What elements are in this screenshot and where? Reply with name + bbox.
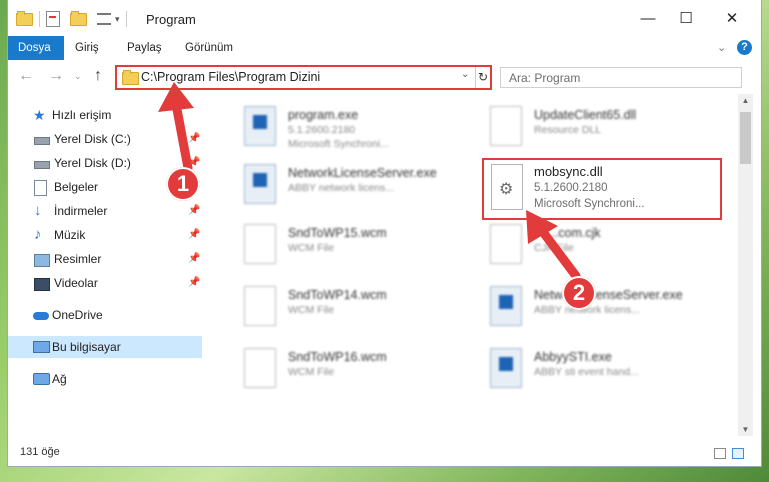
tab-gorunum[interactable]: Görünüm — [175, 36, 243, 60]
expand-ribbon-icon[interactable]: ⌄ — [717, 41, 726, 54]
forward-arrow-icon[interactable]: → — [48, 67, 64, 85]
tiles-view-icon[interactable] — [732, 448, 744, 459]
sidebar-item-indirmeler[interactable]: ↓ İndirmeler 📌 — [8, 200, 202, 222]
sidebar-item-resimler[interactable]: Resimler 📌 — [8, 248, 202, 270]
refresh-icon[interactable]: ↻ — [475, 67, 490, 88]
ribbon-tabs: Dosya Giriş Paylaş Görünüm ⌄ ? — [8, 36, 761, 61]
sidebar-item-muzik[interactable]: ♪ Müzik 📌 — [8, 224, 202, 246]
search-input[interactable]: Ara: Program — [500, 67, 742, 88]
file-item[interactable]: SndToWP15.wcm WCM File — [222, 218, 462, 270]
file-item[interactable]: SndToWP16.wcm WCM File — [222, 342, 462, 394]
document-file-icon — [490, 224, 522, 264]
file-company: Microsoft Synchroni... — [534, 198, 645, 210]
file-view: program.exe 5.1.2600.2180 Microsoft Sync… — [212, 94, 738, 436]
search-placeholder: Ara: Program — [509, 71, 581, 85]
scrollbar-thumb[interactable] — [740, 112, 751, 164]
highlighted-file-mobsync[interactable]: ⚙ mobsync.dll 5.1.2600.2180 Microsoft Sy… — [482, 158, 722, 220]
vertical-scrollbar[interactable]: ▲ ▼ — [738, 94, 753, 436]
sidebar-item-videolar[interactable]: Videolar 📌 — [8, 272, 202, 294]
exe-file-icon — [490, 286, 522, 326]
document-file-icon — [244, 286, 276, 326]
gear-icon: ⚙ — [499, 181, 514, 198]
file-item[interactable]: program.exe 5.1.2600.2180 Microsoft Sync… — [222, 100, 462, 152]
customize-dropdown-icon[interactable]: ▾ — [115, 14, 120, 25]
address-dropdown-icon[interactable]: ⌄ — [461, 69, 469, 80]
address-row: ← → ⌄ ↑ C:\Program Files\Program Dizini … — [8, 60, 761, 94]
blurred-file-grid: program.exe 5.1.2600.2180 Microsoft Sync… — [212, 94, 738, 436]
view-options-icon[interactable] — [97, 13, 111, 25]
file-item[interactable]: UpdateClient65.dll Resource DLL — [468, 100, 708, 152]
address-path: C:\Program Files\Program Dizini — [141, 70, 321, 84]
step-1-badge: 1 — [166, 167, 200, 201]
download-icon: ↓ — [34, 202, 42, 219]
pin-icon[interactable]: 📌 — [188, 128, 200, 150]
pictures-icon — [34, 254, 50, 267]
document-file-icon — [244, 348, 276, 388]
pin-icon[interactable]: 📌 — [188, 200, 200, 222]
minimize-button[interactable]: — — [628, 6, 668, 32]
maximize-button[interactable]: ☐ — [666, 6, 706, 32]
pin-icon[interactable]: 📌 — [188, 224, 200, 246]
cloud-icon — [33, 312, 49, 320]
scroll-up-icon[interactable]: ▲ — [738, 96, 753, 105]
exe-file-icon — [244, 106, 276, 146]
window-title: Program — [146, 12, 196, 27]
help-icon[interactable]: ? — [737, 40, 752, 55]
sidebar-item-drive-c[interactable]: Yerel Disk (C:) 📌 — [8, 128, 202, 150]
title-bar: ▾ Program — ☐ ✕ — [8, 0, 761, 36]
tab-giris[interactable]: Giriş — [65, 36, 109, 60]
folder-icon — [16, 10, 33, 26]
sidebar-item-this-pc[interactable]: Bu bilgisayar — [8, 336, 202, 358]
drive-icon — [34, 161, 50, 169]
computer-icon — [33, 341, 50, 353]
exe-file-icon — [244, 164, 276, 204]
scroll-down-icon[interactable]: ▼ — [738, 425, 753, 434]
sidebar-item-network[interactable]: Ağ — [8, 368, 202, 390]
dll-file-icon — [490, 106, 522, 146]
status-bar: 131 öğe — [8, 442, 761, 464]
file-item[interactable]: NetworkLicenseServer.exe ABBY network li… — [222, 158, 462, 210]
step-2-badge: 2 — [562, 276, 596, 310]
sidebar-item-onedrive[interactable]: OneDrive — [8, 304, 202, 326]
pin-icon[interactable]: 📌 — [188, 272, 200, 294]
videos-icon — [34, 278, 50, 291]
up-arrow-icon[interactable]: ↑ — [94, 67, 102, 85]
file-item[interactable]: AbbyySTI.exe ABBY sti event hand... — [468, 342, 708, 394]
documents-icon — [34, 180, 47, 196]
new-folder-icon[interactable] — [70, 10, 87, 26]
sidebar-item-quick-access[interactable]: ★ Hızlı erişim — [8, 104, 202, 126]
recent-locations-icon[interactable]: ⌄ — [74, 71, 82, 82]
network-icon — [33, 373, 50, 385]
folder-icon — [122, 70, 139, 85]
navigation-pane: ★ Hızlı erişim Yerel Disk (C:) 📌 Yerel D… — [8, 94, 208, 436]
properties-icon[interactable] — [46, 11, 60, 27]
item-count: 131 öğe — [20, 446, 60, 458]
explorer-window: ▾ Program — ☐ ✕ Dosya Giriş Paylaş Görün… — [8, 0, 761, 466]
quick-access-toolbar: ▾ — [16, 10, 133, 28]
file-name: mobsync.dll — [534, 164, 603, 179]
document-file-icon — [244, 224, 276, 264]
dll-file-icon: ⚙ — [491, 164, 523, 210]
details-view-icon[interactable] — [714, 448, 726, 459]
pin-icon[interactable]: 📌 — [188, 248, 200, 270]
tab-paylas[interactable]: Paylaş — [117, 36, 172, 60]
star-icon: ★ — [33, 107, 46, 123]
tab-dosya[interactable]: Dosya — [8, 36, 64, 60]
drive-icon — [34, 137, 50, 145]
file-item[interactable]: SndToWP14.wcm WCM File — [222, 280, 462, 332]
music-icon: ♪ — [34, 226, 42, 243]
back-arrow-icon[interactable]: ← — [18, 67, 34, 85]
close-button[interactable]: ✕ — [712, 6, 752, 32]
address-bar[interactable]: C:\Program Files\Program Dizini ⌄ ↻ — [115, 65, 492, 90]
exe-file-icon — [490, 348, 522, 388]
file-item[interactable]: FF...com.cjk CJK File — [468, 218, 708, 270]
file-version: 5.1.2600.2180 — [534, 182, 608, 194]
